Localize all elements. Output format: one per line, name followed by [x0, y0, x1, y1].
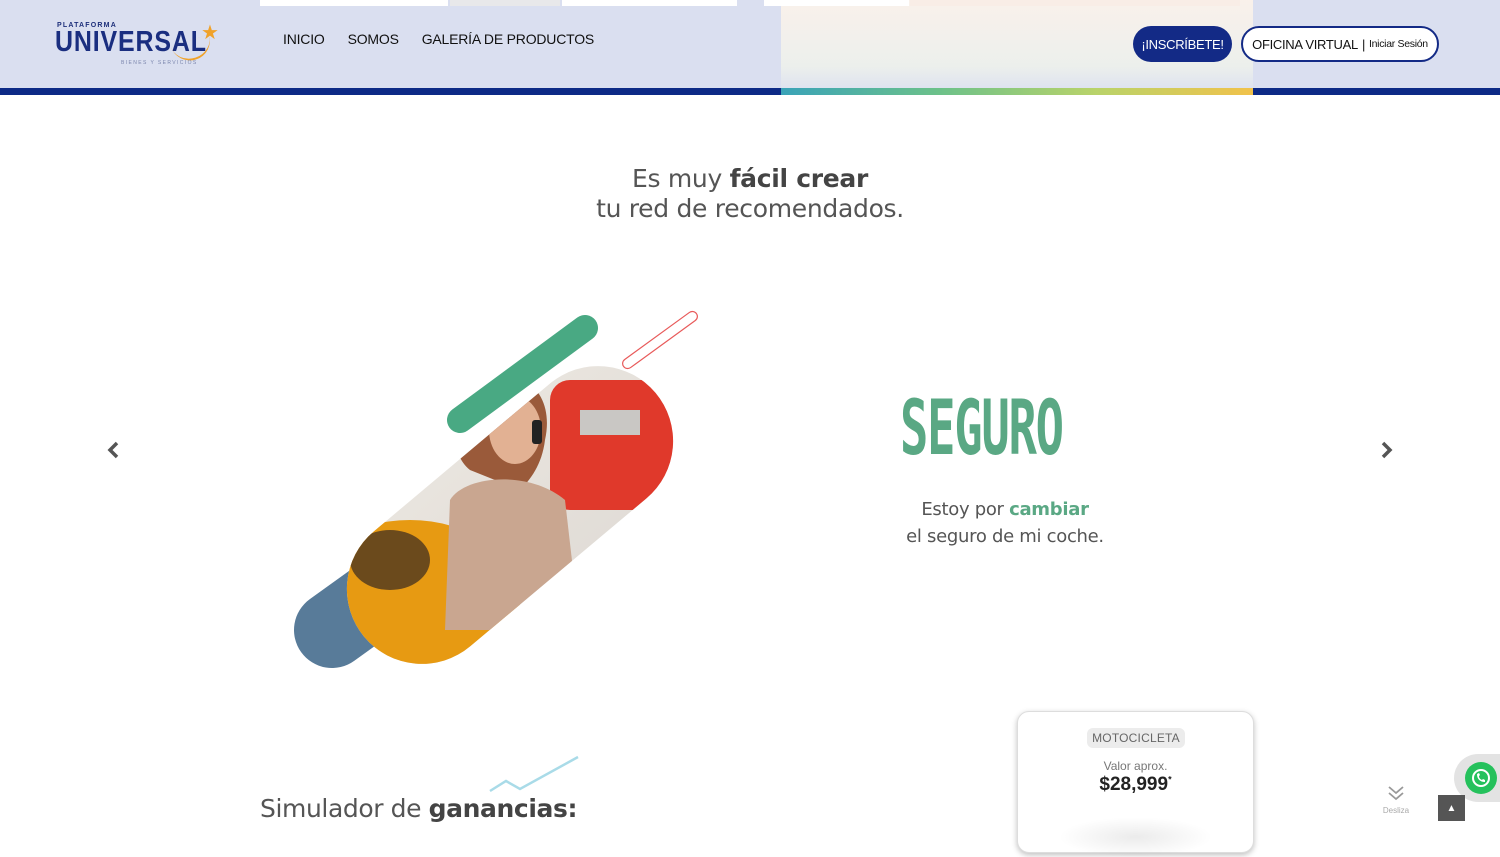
headline-prefix: Es muy [631, 164, 730, 193]
simulator-title: Simulador de ganancias: [260, 794, 577, 823]
scroll-hint: Desliza [1380, 784, 1412, 815]
chevron-left-icon[interactable] [103, 440, 123, 464]
slide-illustration [294, 310, 704, 690]
nav-item-galeria[interactable]: GALERÍA DE PRODUCTOS [422, 31, 595, 47]
section-headline: Es muy fácil crear tu red de recomendado… [0, 164, 1500, 224]
headline-line2: tu red de recomendados. [596, 194, 904, 223]
slide-text: Estoy por cambiar el seguro de mi coche. [860, 496, 1150, 550]
nav-item-inicio[interactable]: INICIO [283, 31, 325, 47]
product-value-label: Valor aprox. [1103, 759, 1168, 773]
site-logo[interactable]: PLATAFORMA UNIVERSAL ★ BIENES Y SERVICIO… [55, 22, 220, 70]
slide-text-line2: el seguro de mi coche. [906, 526, 1104, 547]
product-price-mark: * [1168, 774, 1172, 785]
slide-text-prefix: Estoy por [921, 499, 1010, 520]
scroll-hint-text: Desliza [1382, 806, 1410, 815]
headline-bold: fácil crear [729, 164, 869, 193]
star-icon: ★ [201, 22, 219, 44]
slide-text-highlight: cambiar [1009, 499, 1089, 520]
virtual-office-separator: | [1361, 36, 1366, 52]
virtual-office-button[interactable]: OFICINA VIRTUAL | Iniciar Sesión [1241, 26, 1439, 62]
main-nav: INICIO SOMOS GALERÍA DE PRODUCTOS [283, 31, 594, 47]
simulator-title-prefix: Simulador de [260, 794, 429, 823]
header-bottom-strip [0, 88, 1500, 95]
whatsapp-icon[interactable] [1465, 762, 1497, 794]
virtual-office-label: OFICINA VIRTUAL [1252, 36, 1358, 52]
nav-item-somos[interactable]: SOMOS [348, 31, 399, 47]
signup-button[interactable]: ¡INSCRÍBETE! [1133, 26, 1232, 62]
simulator-title-bold: ganancias: [428, 794, 578, 823]
product-image-shadow [1058, 817, 1213, 857]
logo-tagline: BIENES Y SERVICIOS [121, 60, 198, 66]
product-category-tag: MOTOCICLETA [1087, 728, 1185, 748]
product-price: $28,999* [1018, 774, 1253, 796]
chevron-right-icon[interactable] [1377, 440, 1397, 464]
arrow-up-icon[interactable]: ▲ [1438, 795, 1465, 821]
header-gradient-bar [781, 88, 1253, 95]
trend-line-icon [489, 755, 579, 793]
double-chevron-down-icon [1380, 784, 1412, 802]
product-card[interactable]: MOTOCICLETA Valor aprox. $28,999* [1017, 711, 1254, 857]
slide-title: SEGURO [900, 383, 1064, 472]
product-price-value: $28,999 [1099, 774, 1169, 795]
login-label: Iniciar Sesión [1369, 38, 1428, 50]
